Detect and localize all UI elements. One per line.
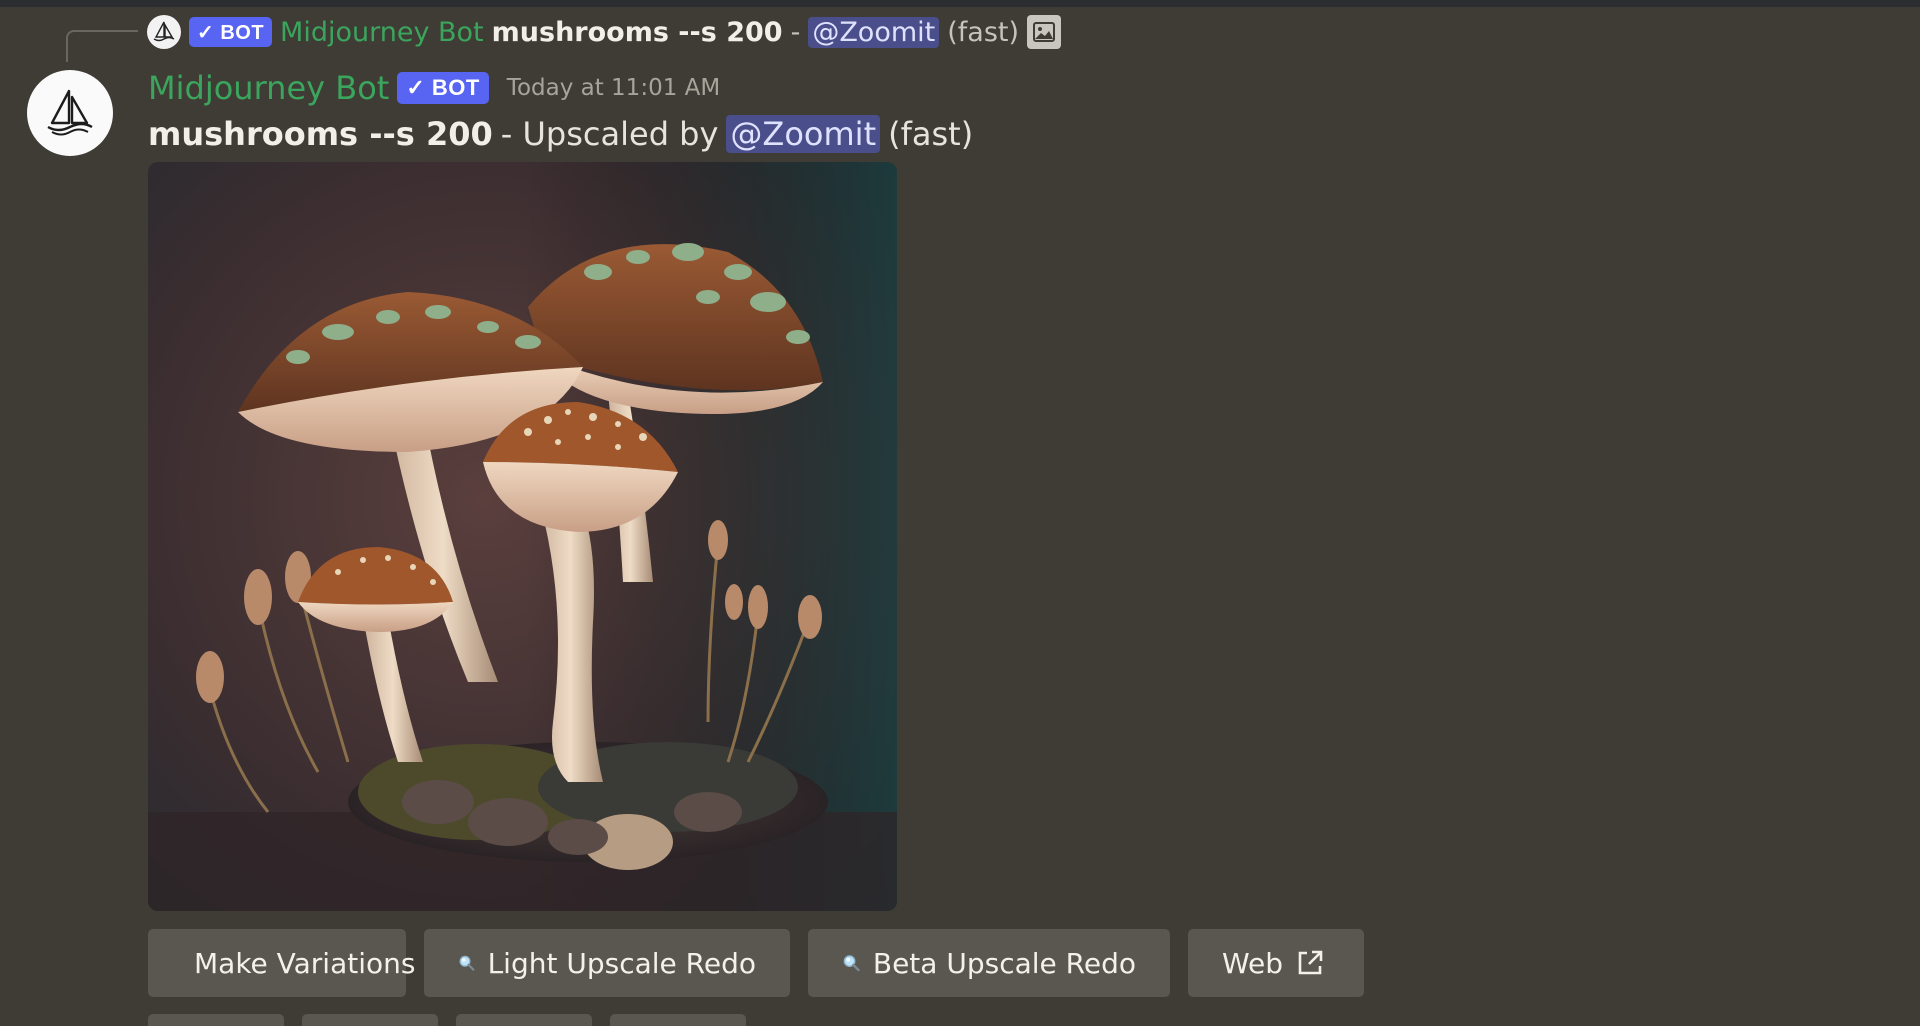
reply-mention[interactable]: @Zoomit	[808, 16, 940, 48]
image-icon[interactable]	[1027, 15, 1062, 49]
partial-button[interactable]	[302, 1014, 438, 1026]
reply-avatar[interactable]	[147, 15, 181, 49]
partial-button[interactable]	[456, 1014, 592, 1026]
mushroom-artwork	[148, 162, 897, 911]
partial-button[interactable]	[148, 1014, 284, 1026]
message-content: mushrooms --s 200 - Upscaled by @Zoomit …	[148, 112, 973, 156]
sailboat-icon	[153, 21, 175, 42]
light-upscale-redo-button[interactable]: Light Upscale Redo	[424, 929, 790, 997]
message-author[interactable]: Midjourney Bot	[148, 69, 389, 107]
button-label: Beta Upscale Redo	[872, 946, 1136, 980]
second-button-row	[148, 1014, 746, 1026]
make-variations-button[interactable]: Make Variations	[148, 929, 415, 997]
window-top-strip	[0, 0, 1920, 7]
button-label: Make Variations	[194, 946, 416, 980]
upscaled-by-text: - Upscaled by	[500, 115, 719, 153]
message-mention[interactable]: @Zoomit	[726, 115, 881, 153]
reply-reference[interactable]: ✓ BOT Midjourney Bot mushrooms --s 200 -…	[147, 14, 1062, 50]
button-label: Web	[1222, 946, 1284, 980]
message-prompt: mushrooms --s 200	[148, 115, 493, 153]
magnifier-icon	[843, 955, 860, 972]
reply-author[interactable]: Midjourney Bot	[280, 17, 484, 48]
bot-badge: ✓ BOT	[189, 17, 273, 47]
author-avatar[interactable]	[27, 70, 113, 156]
sailboat-icon	[47, 89, 93, 136]
magnifier-icon	[459, 955, 475, 971]
bot-badge: ✓ BOT	[397, 72, 489, 104]
reply-prompt: mushrooms --s 200	[491, 16, 783, 48]
action-buttons: Make Variations Light Upscale Redo Beta …	[148, 929, 1364, 997]
partial-button[interactable]	[610, 1014, 746, 1026]
message-speed: (fast)	[888, 115, 974, 153]
button-label: Light Upscale Redo	[487, 946, 756, 980]
external-link-icon	[1298, 950, 1323, 975]
web-button[interactable]: Web	[1188, 929, 1364, 997]
message-timestamp: Today at 11:01 AM	[506, 75, 721, 101]
reply-separator: -	[790, 16, 801, 48]
reply-connector	[66, 30, 138, 62]
generated-image[interactable]	[148, 162, 897, 911]
message-header: Midjourney Bot ✓ BOT Today at 11:01 AM	[148, 64, 720, 112]
reply-speed: (fast)	[947, 16, 1020, 48]
beta-upscale-redo-button[interactable]: Beta Upscale Redo	[808, 929, 1170, 997]
